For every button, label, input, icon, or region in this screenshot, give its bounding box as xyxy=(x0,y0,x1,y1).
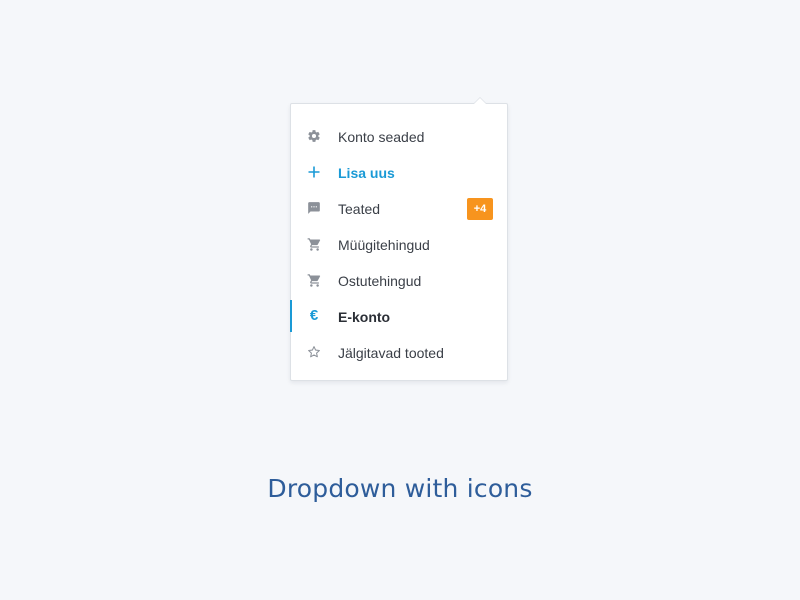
message-icon xyxy=(306,200,322,216)
menu-item-label: Konto seaded xyxy=(338,129,425,145)
plus-icon xyxy=(306,164,322,180)
menu-item-konto-seaded[interactable]: Konto seaded xyxy=(291,119,507,155)
euro-icon: € xyxy=(309,307,319,324)
menu-item-label: Ostutehingud xyxy=(338,273,422,289)
menu-item-label: E-konto xyxy=(338,309,391,325)
page-caption: Dropdown with icons xyxy=(267,474,533,503)
menu-item-lisa-uus[interactable]: Lisa uus xyxy=(291,155,507,191)
dropdown-caret xyxy=(473,97,487,104)
star-icon xyxy=(306,344,322,360)
notification-count-badge: +4 xyxy=(467,198,493,220)
dropdown-menu: Konto seaded Lisa uus Teated +4 Müügiteh… xyxy=(290,97,508,381)
page: Konto seaded Lisa uus Teated +4 Müügiteh… xyxy=(0,0,800,600)
menu-item-e-konto[interactable]: € E-konto xyxy=(290,299,507,335)
menu-item-label: Lisa uus xyxy=(338,165,395,181)
menu-item-teated[interactable]: Teated +4 xyxy=(291,191,507,227)
cart-icon xyxy=(306,272,322,288)
menu-item-muugitehingud[interactable]: Müügitehingud xyxy=(291,227,507,263)
menu-item-label: Müügitehingud xyxy=(338,237,430,253)
cart-icon xyxy=(306,236,322,252)
menu-list: Konto seaded Lisa uus Teated +4 Müügiteh… xyxy=(290,104,507,371)
menu-item-jalgitavad-tooted[interactable]: Jälgitavad tooted xyxy=(291,335,507,371)
gear-icon xyxy=(306,128,322,144)
menu-item-label: Jälgitavad tooted xyxy=(338,345,444,361)
menu-item-label: Teated xyxy=(338,201,381,217)
menu-item-ostutehingud[interactable]: Ostutehingud xyxy=(291,263,507,299)
